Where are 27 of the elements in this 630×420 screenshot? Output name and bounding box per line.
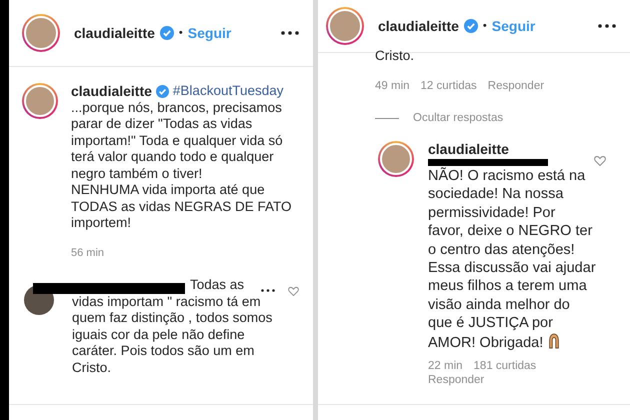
separator-dot: • (178, 27, 183, 39)
reply-text: NÃO! O racismo está na sociedade! Na nossa permissividade! Por favor, deixe o NEGRO ter o centro das atenções! Essa discussão vai ajudar meus filhos a terem uma visão ainda melhor do que é JUSTIÇA por AMOR! Obrigada! (428, 167, 596, 352)
hashtag-link[interactable]: #BlackoutTuesday (172, 83, 284, 100)
username[interactable]: claudialeitte (378, 18, 459, 34)
follow-link[interactable]: Seguir (188, 25, 232, 41)
hide-replies-link[interactable]: Ocultar respostas (413, 112, 504, 124)
caption-text: ...porque nós, brancos, precisamos parar de dizer "Todas as vidas importam!" Toda e qualquer vida só terá valor quando todo e qualquer negro também o tiver! NENHUMA vida importa até que TODAS as vidas NEGRAS DE FATO importem! (71, 100, 292, 232)
more-options-icon[interactable] (261, 289, 275, 292)
more-options-icon[interactable] (281, 31, 299, 35)
likes-count[interactable]: 12 curtidas (420, 80, 477, 92)
separator-dot: • (482, 20, 487, 32)
username[interactable]: claudialeitte (74, 25, 155, 41)
follow-link[interactable]: Seguir (492, 18, 536, 34)
likes-count[interactable]: 181 curtidas (474, 360, 536, 372)
comment-time: 49 min (375, 80, 410, 92)
post-time: 56 min (71, 246, 106, 260)
comment-time: 22 min (428, 360, 463, 372)
comment-text: Cristo. (375, 48, 416, 64)
username[interactable]: claudialeitte (428, 141, 509, 157)
reply-link[interactable]: Responder (488, 80, 544, 92)
heart-icon[interactable] (594, 155, 606, 166)
comment-text: vidas importam " racismo tá em quem faz distinção , todos somos iguais cor da pele não define caráter. Pois todos são um em Cristo. (72, 294, 272, 376)
reply-link[interactable]: Responder (428, 374, 596, 386)
more-options-icon[interactable] (598, 24, 616, 28)
heart-icon[interactable] (288, 286, 299, 296)
comment-text: Todas as (190, 277, 244, 294)
username[interactable]: claudialeitte (71, 83, 152, 100)
